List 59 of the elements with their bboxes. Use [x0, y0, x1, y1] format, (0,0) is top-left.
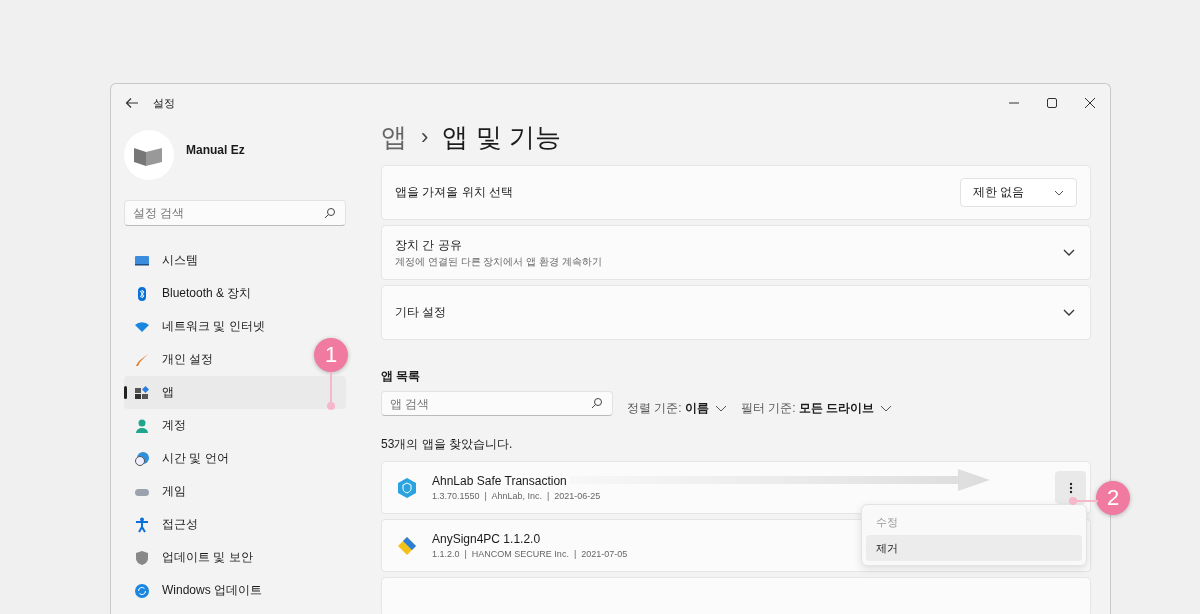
- search-field[interactable]: 설정 검색: [124, 200, 346, 226]
- back-icon[interactable]: [125, 96, 139, 110]
- shield-icon: [396, 476, 418, 499]
- person-icon: [134, 417, 150, 434]
- app-details: 1.3.70.1550 | AhnLab, Inc. | 2021-06-25: [432, 491, 601, 501]
- chevron-down-icon[interactable]: [1063, 248, 1075, 257]
- sidebar-item[interactable]: Windows 업데이트: [124, 574, 272, 607]
- app-name: AhnLab Safe Transaction: [432, 474, 567, 488]
- page-title: 앱 및 기능: [442, 120, 561, 154]
- sidebar-item[interactable]: 네트워크 및 인터넷: [124, 310, 275, 343]
- chevron-down-icon: [1054, 189, 1064, 196]
- result-count: 53개의 앱을 찾았습니다.: [381, 436, 514, 453]
- accessibility-icon: [134, 516, 150, 533]
- dropdown[interactable]: 제한 없음: [959, 178, 1077, 207]
- callout-marker: 2: [1096, 481, 1130, 515]
- avatar: [124, 130, 174, 180]
- brush-icon: [134, 351, 150, 368]
- card-title: 장치 간 공유: [395, 236, 463, 254]
- sidebar-item[interactable]: 시스템: [124, 244, 208, 277]
- settings-card[interactable]: 장치 간 공유 계정에 연결된 다른 장치에서 앱 환경 계속하기: [381, 225, 1091, 280]
- sidebar-item[interactable]: 업데이트 및 보안: [124, 541, 263, 574]
- app-logo-icon: [396, 534, 418, 557]
- app-details: 1.1.2.0 | HANCOM SECURE Inc. | 2021-07-05: [432, 549, 628, 559]
- section-heading: 앱 목록: [381, 368, 422, 385]
- card-subtitle: 계정에 연결된 다른 장치에서 앱 환경 계속하기: [395, 254, 603, 269]
- close-icon[interactable]: [1084, 97, 1096, 109]
- sort-dropdown[interactable]: 정렬 기준: 이름: [627, 400, 727, 417]
- more-icon: [1068, 481, 1073, 494]
- search-icon: [591, 397, 603, 409]
- card-title: 기타 설정: [395, 304, 448, 321]
- leader-line: [326, 372, 336, 412]
- sidebar-item[interactable]: 개인 설정: [124, 343, 224, 376]
- apps-icon: [134, 384, 150, 401]
- sidebar-item[interactable]: Bluetooth & 장치: [124, 277, 262, 310]
- sidebar-item[interactable]: 시간 및 언어: [124, 442, 239, 475]
- chevron-down-icon[interactable]: [1063, 308, 1075, 317]
- menu-item[interactable]: 제거: [866, 535, 1082, 561]
- sidebar-item[interactable]: 접근성: [124, 508, 208, 541]
- leader-line: [1068, 496, 1098, 506]
- globe-clock-icon: [134, 450, 150, 467]
- filter-dropdown[interactable]: 필터 기준: 모든 드라이브: [741, 400, 893, 417]
- sync-icon: [134, 582, 150, 599]
- settings-card[interactable]: 앱을 가져올 위치 선택 제한 없음: [381, 165, 1091, 220]
- search-icon: [324, 207, 336, 219]
- shield-icon: [134, 549, 150, 566]
- search-field[interactable]: 앱 검색: [381, 391, 613, 416]
- chevron-down-icon: [715, 405, 727, 412]
- profile-name: Manual Ez: [186, 143, 245, 157]
- window-title: 설정: [153, 95, 175, 111]
- breadcrumb-parent[interactable]: 앱: [381, 119, 407, 155]
- breadcrumb-separator: ›: [421, 124, 429, 150]
- sidebar-item[interactable]: 게임: [124, 475, 196, 508]
- maximize-icon[interactable]: [1046, 97, 1058, 109]
- sidebar-item[interactable]: 계정: [124, 409, 196, 442]
- settings-card[interactable]: 기타 설정: [381, 285, 1091, 340]
- app-name: AnySign4PC 1.1.2.0: [432, 532, 541, 546]
- sidebar-item[interactable]: 앱: [124, 376, 346, 409]
- card-title: 앱을 가져올 위치 선택: [395, 184, 514, 201]
- chevron-down-icon: [880, 405, 893, 412]
